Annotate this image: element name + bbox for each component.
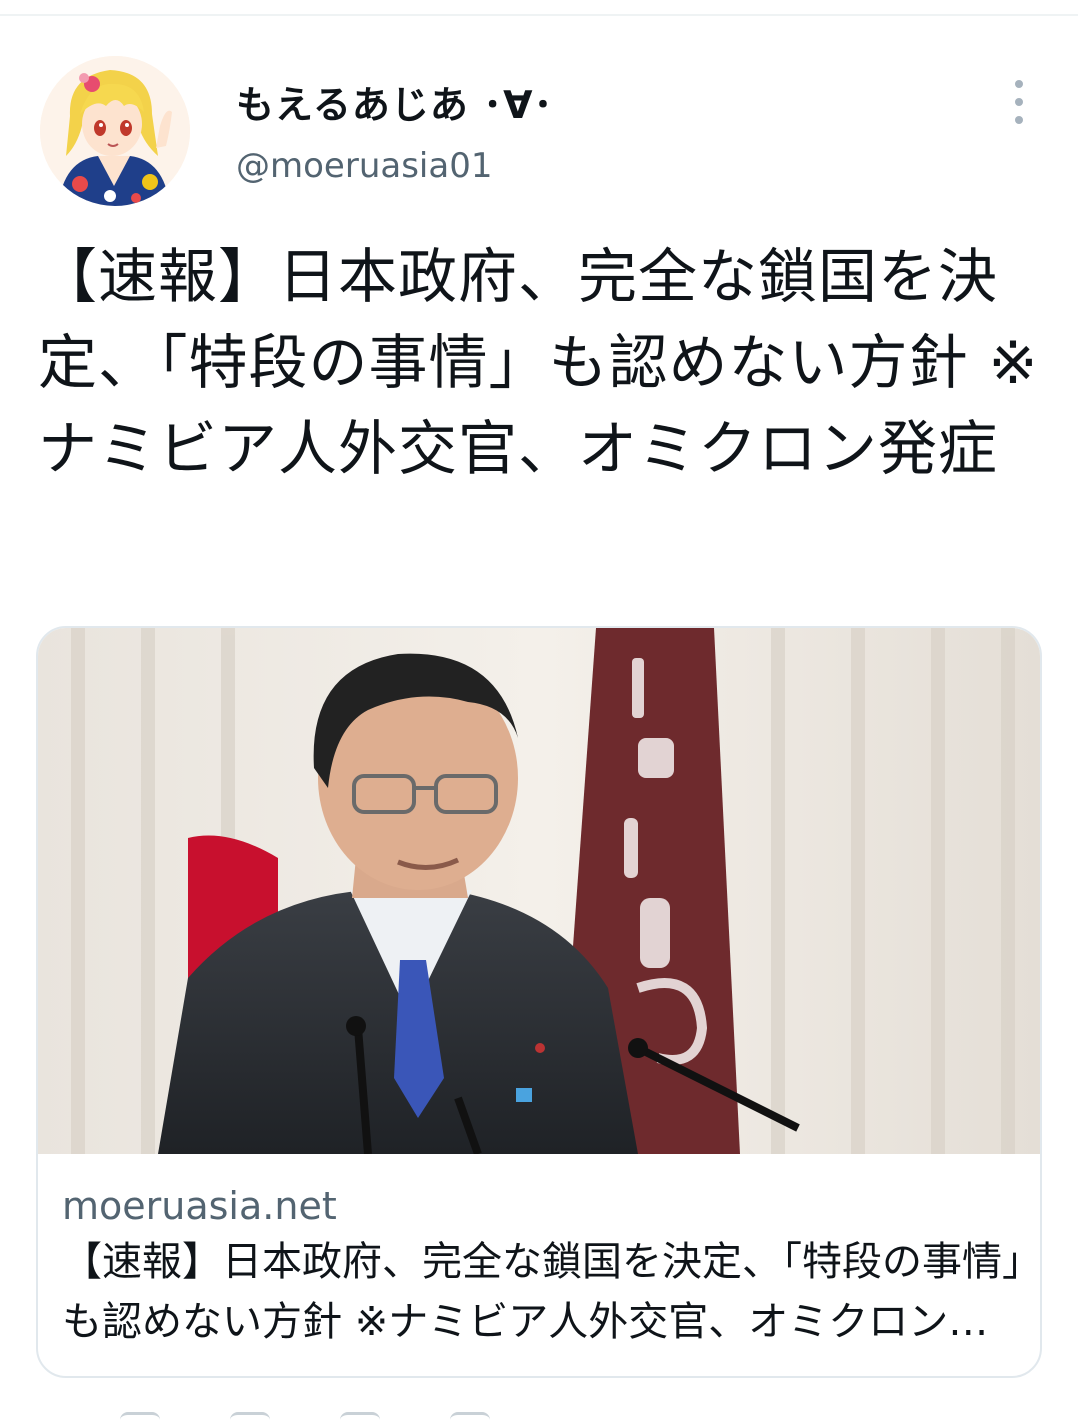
action-bar-peek <box>120 1412 600 1426</box>
more-dot <box>1015 98 1023 106</box>
avatar[interactable] <box>40 56 190 206</box>
display-name[interactable]: もえるあじあ ･∀･ <box>236 74 554 129</box>
top-divider <box>0 14 1078 16</box>
more-dot <box>1015 116 1023 124</box>
card-photo <box>38 628 1040 1154</box>
link-card[interactable]: moeruasia.net 【速報】日本政府、完全な鎖国を決定、「特段の事情」も… <box>36 626 1042 1378</box>
retweet-icon[interactable] <box>230 1412 270 1425</box>
user-handle[interactable]: @moeruasia01 <box>236 146 492 186</box>
card-image[interactable] <box>38 628 1040 1154</box>
more-vertical-icon[interactable] <box>1004 80 1034 124</box>
more-dot <box>1015 80 1023 88</box>
card-title: 【速報】日本政府、完全な鎖国を決定、「特段の事情」も認めない方針 ※ナミビア人外… <box>62 1239 1022 1345</box>
avatar-illustration <box>40 56 190 206</box>
like-icon[interactable] <box>340 1412 380 1425</box>
card-domain: moeruasia.net <box>62 1184 337 1228</box>
reply-icon[interactable] <box>120 1412 160 1425</box>
tweet-text: 【速報】日本政府、完全な鎖国を決定、「特段の事情」も認めない方針 ※ナミビア人外… <box>38 242 1039 483</box>
share-icon[interactable] <box>450 1412 490 1425</box>
